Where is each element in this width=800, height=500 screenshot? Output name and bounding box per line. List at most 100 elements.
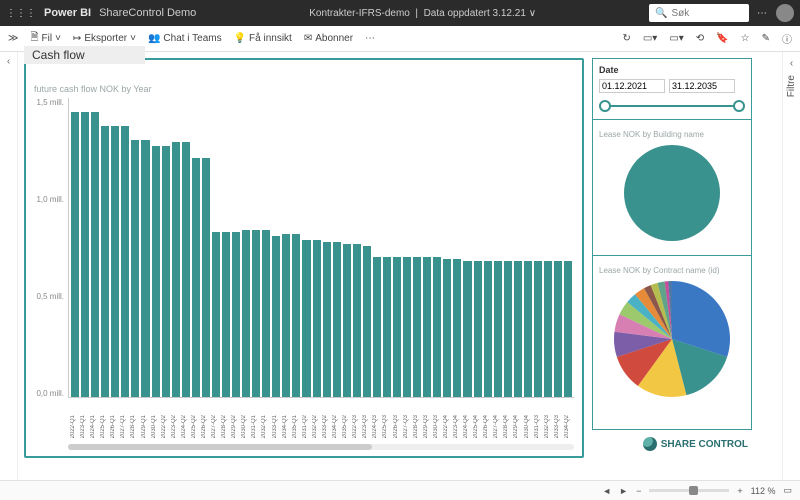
bar[interactable] [182,142,190,397]
search-input[interactable] [671,8,731,19]
date-slicer[interactable]: Date [592,58,752,120]
edit-icon[interactable]: ✎ [762,33,770,44]
bookmark-icon[interactable]: 🔖 [716,33,728,44]
teams-button[interactable]: 👥Chat i Teams [148,33,222,44]
bar[interactable] [71,112,79,397]
bar[interactable] [353,244,361,397]
x-tick: 2030-Q2 [241,415,249,438]
export-menu[interactable]: ↦Eksporter ˅ [73,33,136,44]
refresh-icon[interactable]: ↻ [622,33,630,44]
bar[interactable] [121,126,129,397]
cashflow-visual[interactable]: Cash flow future cash flow NOK by Year 1… [24,58,584,458]
bar[interactable] [262,230,270,397]
x-tick: 2030-Q1 [151,415,159,438]
bar[interactable] [232,232,240,397]
bar[interactable] [554,261,562,397]
bar[interactable] [111,126,119,397]
apps-icon[interactable]: ⋮⋮⋮ [6,8,36,19]
bar[interactable] [313,240,321,397]
bar[interactable] [453,259,461,397]
bar[interactable] [81,112,89,397]
bar[interactable] [504,261,512,397]
horizontal-scrollbar[interactable] [68,444,574,450]
bar[interactable] [514,261,522,397]
bar[interactable] [222,232,230,397]
bar[interactable] [131,140,139,397]
bar[interactable] [141,140,149,397]
bar[interactable] [333,242,341,397]
x-tick: 2026-Q3 [393,415,401,438]
bar[interactable] [564,261,572,397]
device-icon[interactable]: ▭▾ [643,33,657,44]
expand-icon[interactable]: ≫ [8,33,18,44]
chevron-left-icon[interactable]: ‹ [7,56,10,67]
bar[interactable] [272,236,280,397]
date-range-slider[interactable] [599,99,745,113]
zoom-slider[interactable] [649,489,729,492]
date-from-input[interactable] [599,79,665,93]
bar[interactable] [463,261,471,397]
bar[interactable] [474,261,482,397]
x-tick: 2024-Q2 [181,415,189,438]
bar[interactable] [423,257,431,397]
more-icon[interactable]: ⋯ [757,8,768,19]
star-icon[interactable]: ☆ [741,33,750,44]
next-page-icon[interactable]: ► [619,486,628,496]
bar[interactable] [534,261,542,397]
x-tick: 2035-Q1 [292,415,300,438]
bar[interactable] [484,261,492,397]
bar[interactable] [202,158,210,397]
fit-page-icon[interactable]: ▭ [783,485,792,496]
bar[interactable] [252,230,260,397]
bar[interactable] [152,146,160,397]
bar[interactable] [192,158,200,397]
bar[interactable] [292,234,300,397]
bar[interactable] [212,232,220,397]
bar[interactable] [323,242,331,397]
layout-icon[interactable]: ▭▾ [669,33,683,44]
bar[interactable] [403,257,411,397]
avatar[interactable] [776,4,794,22]
filters-pane-label[interactable]: Filtre [786,75,797,97]
bar[interactable] [443,259,451,397]
file-menu[interactable]: 🗎Fil ˅ [30,30,60,47]
bar[interactable] [363,246,371,397]
date-slicer-title: Date [599,65,745,75]
subscribe-button[interactable]: ✉Abonner [304,33,353,44]
bar[interactable] [172,142,180,397]
x-tick: 2033-Q3 [554,415,562,438]
bar[interactable] [101,126,109,397]
bar[interactable] [242,230,250,397]
chevron-down-icon[interactable]: ∨ [529,8,536,19]
chevron-left-icon[interactable]: ‹ [790,58,793,69]
bar[interactable] [413,257,421,397]
search-box[interactable]: 🔍 [649,4,749,22]
bar[interactable] [91,112,99,397]
zoom-out-icon[interactable]: − [636,486,641,496]
prev-page-icon[interactable]: ◄ [602,486,611,496]
x-tick: 2024-Q1 [90,415,98,438]
bar[interactable] [433,257,441,397]
bar[interactable] [494,261,502,397]
bar[interactable] [282,234,290,397]
zoom-in-icon[interactable]: + [737,486,742,496]
bar[interactable] [393,257,401,397]
date-to-input[interactable] [669,79,735,93]
bar[interactable] [383,257,391,397]
bar[interactable] [544,261,552,397]
chart-subtitle: future cash flow NOK by Year [34,84,574,94]
reset-icon[interactable]: ⟲ [696,33,704,44]
x-tick: 2023-Q3 [362,415,370,438]
bar[interactable] [302,240,310,397]
bar[interactable] [343,244,351,397]
info-icon[interactable]: ⓘ [782,31,792,46]
pie1-visual[interactable]: Lease NOK by Building name [592,120,752,256]
pie2-visual[interactable]: Lease NOK by Contract name (id) [592,256,752,430]
report-name[interactable]: Kontrakter-IFRS-demo [309,8,410,19]
x-tick: 2028-Q3 [413,415,421,438]
bar[interactable] [524,261,532,397]
insight-button[interactable]: 💡Få innsikt [234,33,292,44]
bar[interactable] [162,146,170,397]
more-commands-icon[interactable]: ⋯ [365,33,376,44]
bar[interactable] [373,257,381,397]
